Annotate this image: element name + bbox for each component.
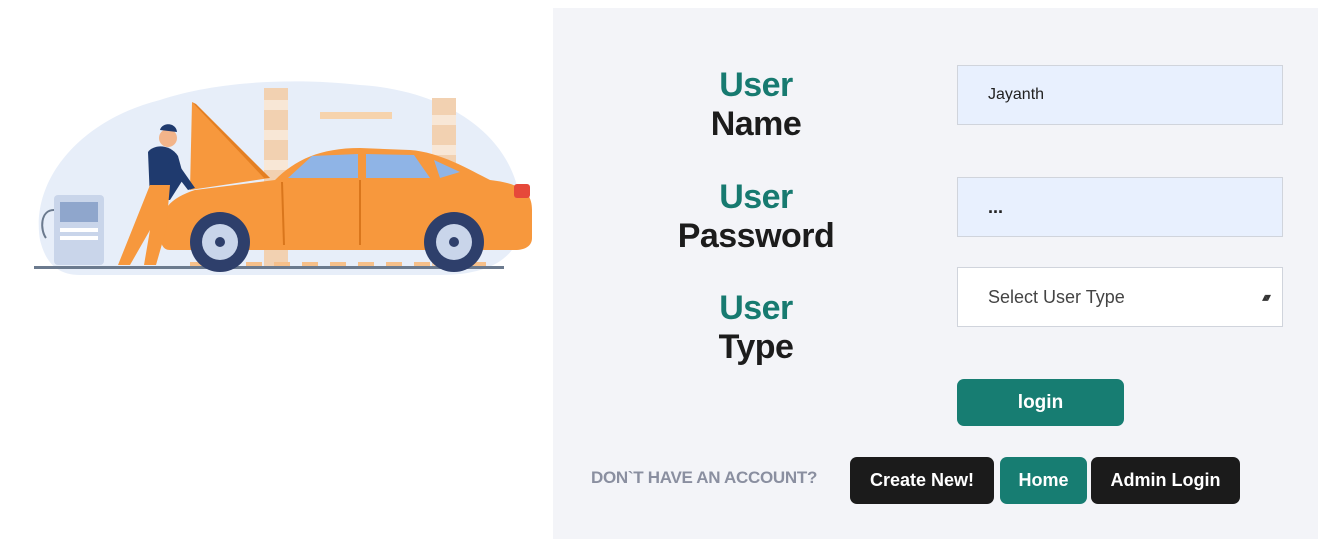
password-input[interactable] — [957, 177, 1283, 237]
mechanic-car-illustration — [34, 81, 532, 275]
create-new-button[interactable]: Create New! — [850, 457, 994, 504]
home-button[interactable]: Home — [1000, 457, 1087, 504]
usertype-label: User Type — [718, 289, 794, 366]
admin-login-button[interactable]: Admin Login — [1091, 457, 1240, 504]
no-account-prompt: DON`T HAVE AN ACCOUNT? — [591, 468, 818, 487]
login-panel: User Name User Password User Type Select… — [553, 8, 1318, 539]
password-label: User Password — [677, 178, 835, 255]
username-input[interactable] — [957, 65, 1283, 125]
username-label: User Name — [710, 66, 802, 143]
login-button[interactable]: login — [957, 379, 1124, 426]
select-arrows-icon: ▴▾ — [1261, 290, 1271, 304]
usertype-select[interactable]: Select User Type ▴▾ — [957, 267, 1283, 327]
